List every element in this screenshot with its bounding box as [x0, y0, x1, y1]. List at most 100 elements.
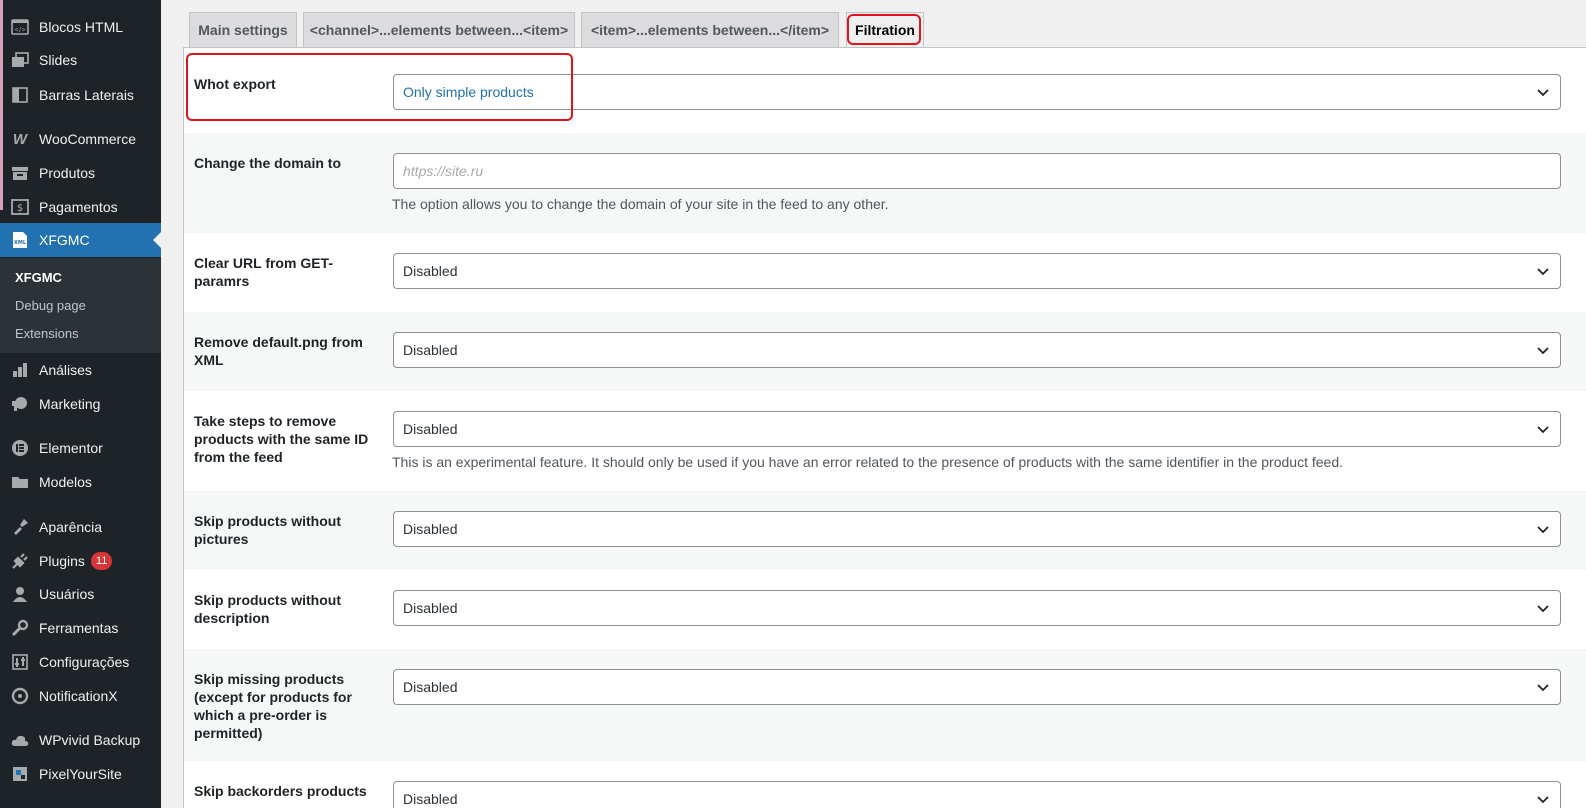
marketing-icon	[10, 394, 30, 414]
setting-row-skip-no-description: Skip products without description Disabl…	[184, 570, 1586, 649]
filtration-settings-form: Whot export Only simple products Change …	[183, 48, 1586, 808]
main-content: Main settings <channel>...elements betwe…	[161, 0, 1586, 808]
elementor-icon	[10, 438, 30, 458]
sidebar-item-pixelyoursite[interactable]: PixelYourSite	[0, 757, 161, 791]
select-value: Disabled	[403, 791, 458, 807]
sidebar-item-notificationx[interactable]: NotificationX	[0, 679, 161, 713]
select-value: Disabled	[403, 263, 458, 279]
select-value: Disabled	[403, 342, 458, 358]
sidebar-item-wpvivid-backup[interactable]: WPvivid Backup	[0, 723, 161, 757]
setting-label: Take steps to remove products with the s…	[194, 413, 369, 465]
sidebar-item-ferramentas[interactable]: Ferramentas	[0, 611, 161, 645]
xml-icon: XML	[10, 230, 30, 250]
select-value: Disabled	[403, 521, 458, 537]
sidebar-item-elementor[interactable]: Elementor	[0, 431, 161, 465]
html-block-icon: </>	[10, 17, 30, 37]
sidebar-item-label: Ferramentas	[39, 620, 119, 636]
skip-backorders-select[interactable]: Disabled	[393, 781, 1561, 808]
sidebar-item-label: Modelos	[39, 474, 92, 490]
setting-label: Skip missing products (except for produc…	[194, 671, 352, 741]
chevron-down-icon	[1537, 89, 1549, 97]
remove-default-png-select[interactable]: Disabled	[393, 332, 1561, 368]
chevron-down-icon	[1537, 426, 1549, 434]
sidebar-item-slides[interactable]: Slides	[0, 43, 161, 77]
sidebar-item-label: Usuários	[39, 586, 95, 602]
sidebar-item-label: NotificationX	[39, 688, 118, 704]
sidebar-item-pagamentos[interactable]: $ Pagamentos	[0, 190, 161, 224]
whot-export-highlight	[186, 53, 573, 121]
sidebar-item-blocos-html[interactable]: </> Blocos HTML	[0, 10, 161, 44]
sidebar-item-marketing[interactable]: Marketing	[0, 387, 161, 421]
submenu-item-xfgmc[interactable]: XFGMC	[15, 270, 62, 285]
setting-label: Clear URL from GET-paramrs	[194, 255, 333, 289]
settings-icon	[10, 652, 30, 672]
sidebar-item-label: Barras Laterais	[39, 87, 134, 103]
products-icon	[10, 163, 30, 183]
xfgmc-submenu: XFGMC Debug page Extensions	[0, 258, 161, 353]
sidebar-item-label: XFGMC	[39, 232, 90, 248]
setting-description: The option allows you to change the doma…	[392, 196, 889, 212]
folder-icon	[10, 472, 30, 492]
users-icon	[10, 584, 30, 604]
plugins-update-count-badge: 11	[90, 552, 113, 570]
setting-row-whot-export: Whot export Only simple products	[184, 48, 1586, 133]
sidebar-item-barras-laterais[interactable]: Barras Laterais	[0, 78, 161, 112]
sidebar-item-modelos[interactable]: Modelos	[0, 465, 161, 499]
sidebar-item-analises[interactable]: Análises	[0, 353, 161, 387]
submenu-item-extensions[interactable]: Extensions	[15, 326, 79, 341]
select-value: Disabled	[403, 421, 458, 437]
plugins-icon	[10, 551, 30, 571]
clear-url-select[interactable]: Disabled	[393, 253, 1561, 289]
skip-no-pictures-select[interactable]: Disabled	[393, 511, 1561, 547]
setting-description: This is an experimental feature. It shou…	[392, 454, 1343, 470]
sidebar-item-usuarios[interactable]: Usuários	[0, 577, 161, 611]
sidebar-item-xfgmc[interactable]: XML XFGMC	[0, 223, 161, 257]
svg-text:$: $	[17, 203, 23, 214]
select-value: Disabled	[403, 600, 458, 616]
chevron-down-icon	[1537, 684, 1549, 692]
woocommerce-icon: W	[12, 130, 28, 148]
sidebar-item-woocommerce[interactable]: W WooCommerce	[0, 122, 161, 156]
payments-icon: $	[10, 197, 30, 217]
remove-duplicate-ids-select[interactable]: Disabled	[393, 411, 1561, 447]
sidebar-item-produtos[interactable]: Produtos	[0, 156, 161, 190]
sidebar-item-configuracoes[interactable]: Configurações	[0, 645, 161, 679]
setting-row-remove-default-png: Remove default.png from XML Disabled	[184, 312, 1586, 391]
sidebar-item-label: PixelYourSite	[39, 766, 122, 782]
sidebar-item-label: Pagamentos	[39, 199, 118, 215]
skip-missing-select[interactable]: Disabled	[393, 669, 1561, 705]
tab-filtration-highlight	[847, 14, 921, 45]
pixelyoursite-icon	[10, 764, 30, 784]
sidebar-item-plugins[interactable]: Plugins 11	[0, 544, 161, 578]
sidebar-item-label: Blocos HTML	[39, 19, 124, 35]
setting-label: Remove default.png from XML	[194, 334, 363, 368]
tab-main-settings[interactable]: Main settings	[189, 12, 297, 47]
submenu-item-debug-page[interactable]: Debug page	[15, 298, 86, 313]
sidebar-item-label: Plugins	[39, 553, 85, 569]
skip-no-description-select[interactable]: Disabled	[393, 590, 1561, 626]
sidebar-item-label: Slides	[39, 52, 78, 68]
setting-row-skip-backorders: Skip backorders products Disabled	[184, 761, 1586, 808]
appearance-icon	[10, 517, 30, 537]
change-domain-input[interactable]: https://site.ru	[393, 153, 1561, 189]
sidebar-item-label: Configurações	[39, 654, 130, 670]
sidebar-icon	[10, 85, 30, 105]
admin-sidebar: </> Blocos HTML Slides Barras Laterais W…	[0, 0, 161, 808]
chevron-down-icon	[1537, 605, 1549, 613]
setting-label: Skip products without pictures	[194, 513, 341, 547]
svg-text:XML: XML	[14, 240, 27, 246]
chevron-down-icon	[1537, 526, 1549, 534]
chevron-down-icon	[1537, 347, 1549, 355]
sidebar-item-label: WooCommerce	[39, 131, 136, 147]
svg-text:</>: </>	[15, 27, 26, 34]
chevron-down-icon	[1537, 796, 1549, 804]
tools-icon	[10, 618, 30, 638]
analytics-icon	[10, 360, 30, 380]
setting-label: Skip backorders products	[194, 783, 367, 799]
setting-row-change-domain: Change the domain to https://site.ru The…	[184, 133, 1586, 233]
tab-channel-elements[interactable]: <channel>...elements between...<item>	[303, 12, 575, 47]
tab-item-elements[interactable]: <item>...elements between...</item>	[581, 12, 839, 47]
sidebar-item-label: Marketing	[39, 396, 101, 412]
setting-row-clear-url: Clear URL from GET-paramrs Disabled	[184, 233, 1586, 312]
sidebar-item-aparencia[interactable]: Aparência	[0, 510, 161, 544]
